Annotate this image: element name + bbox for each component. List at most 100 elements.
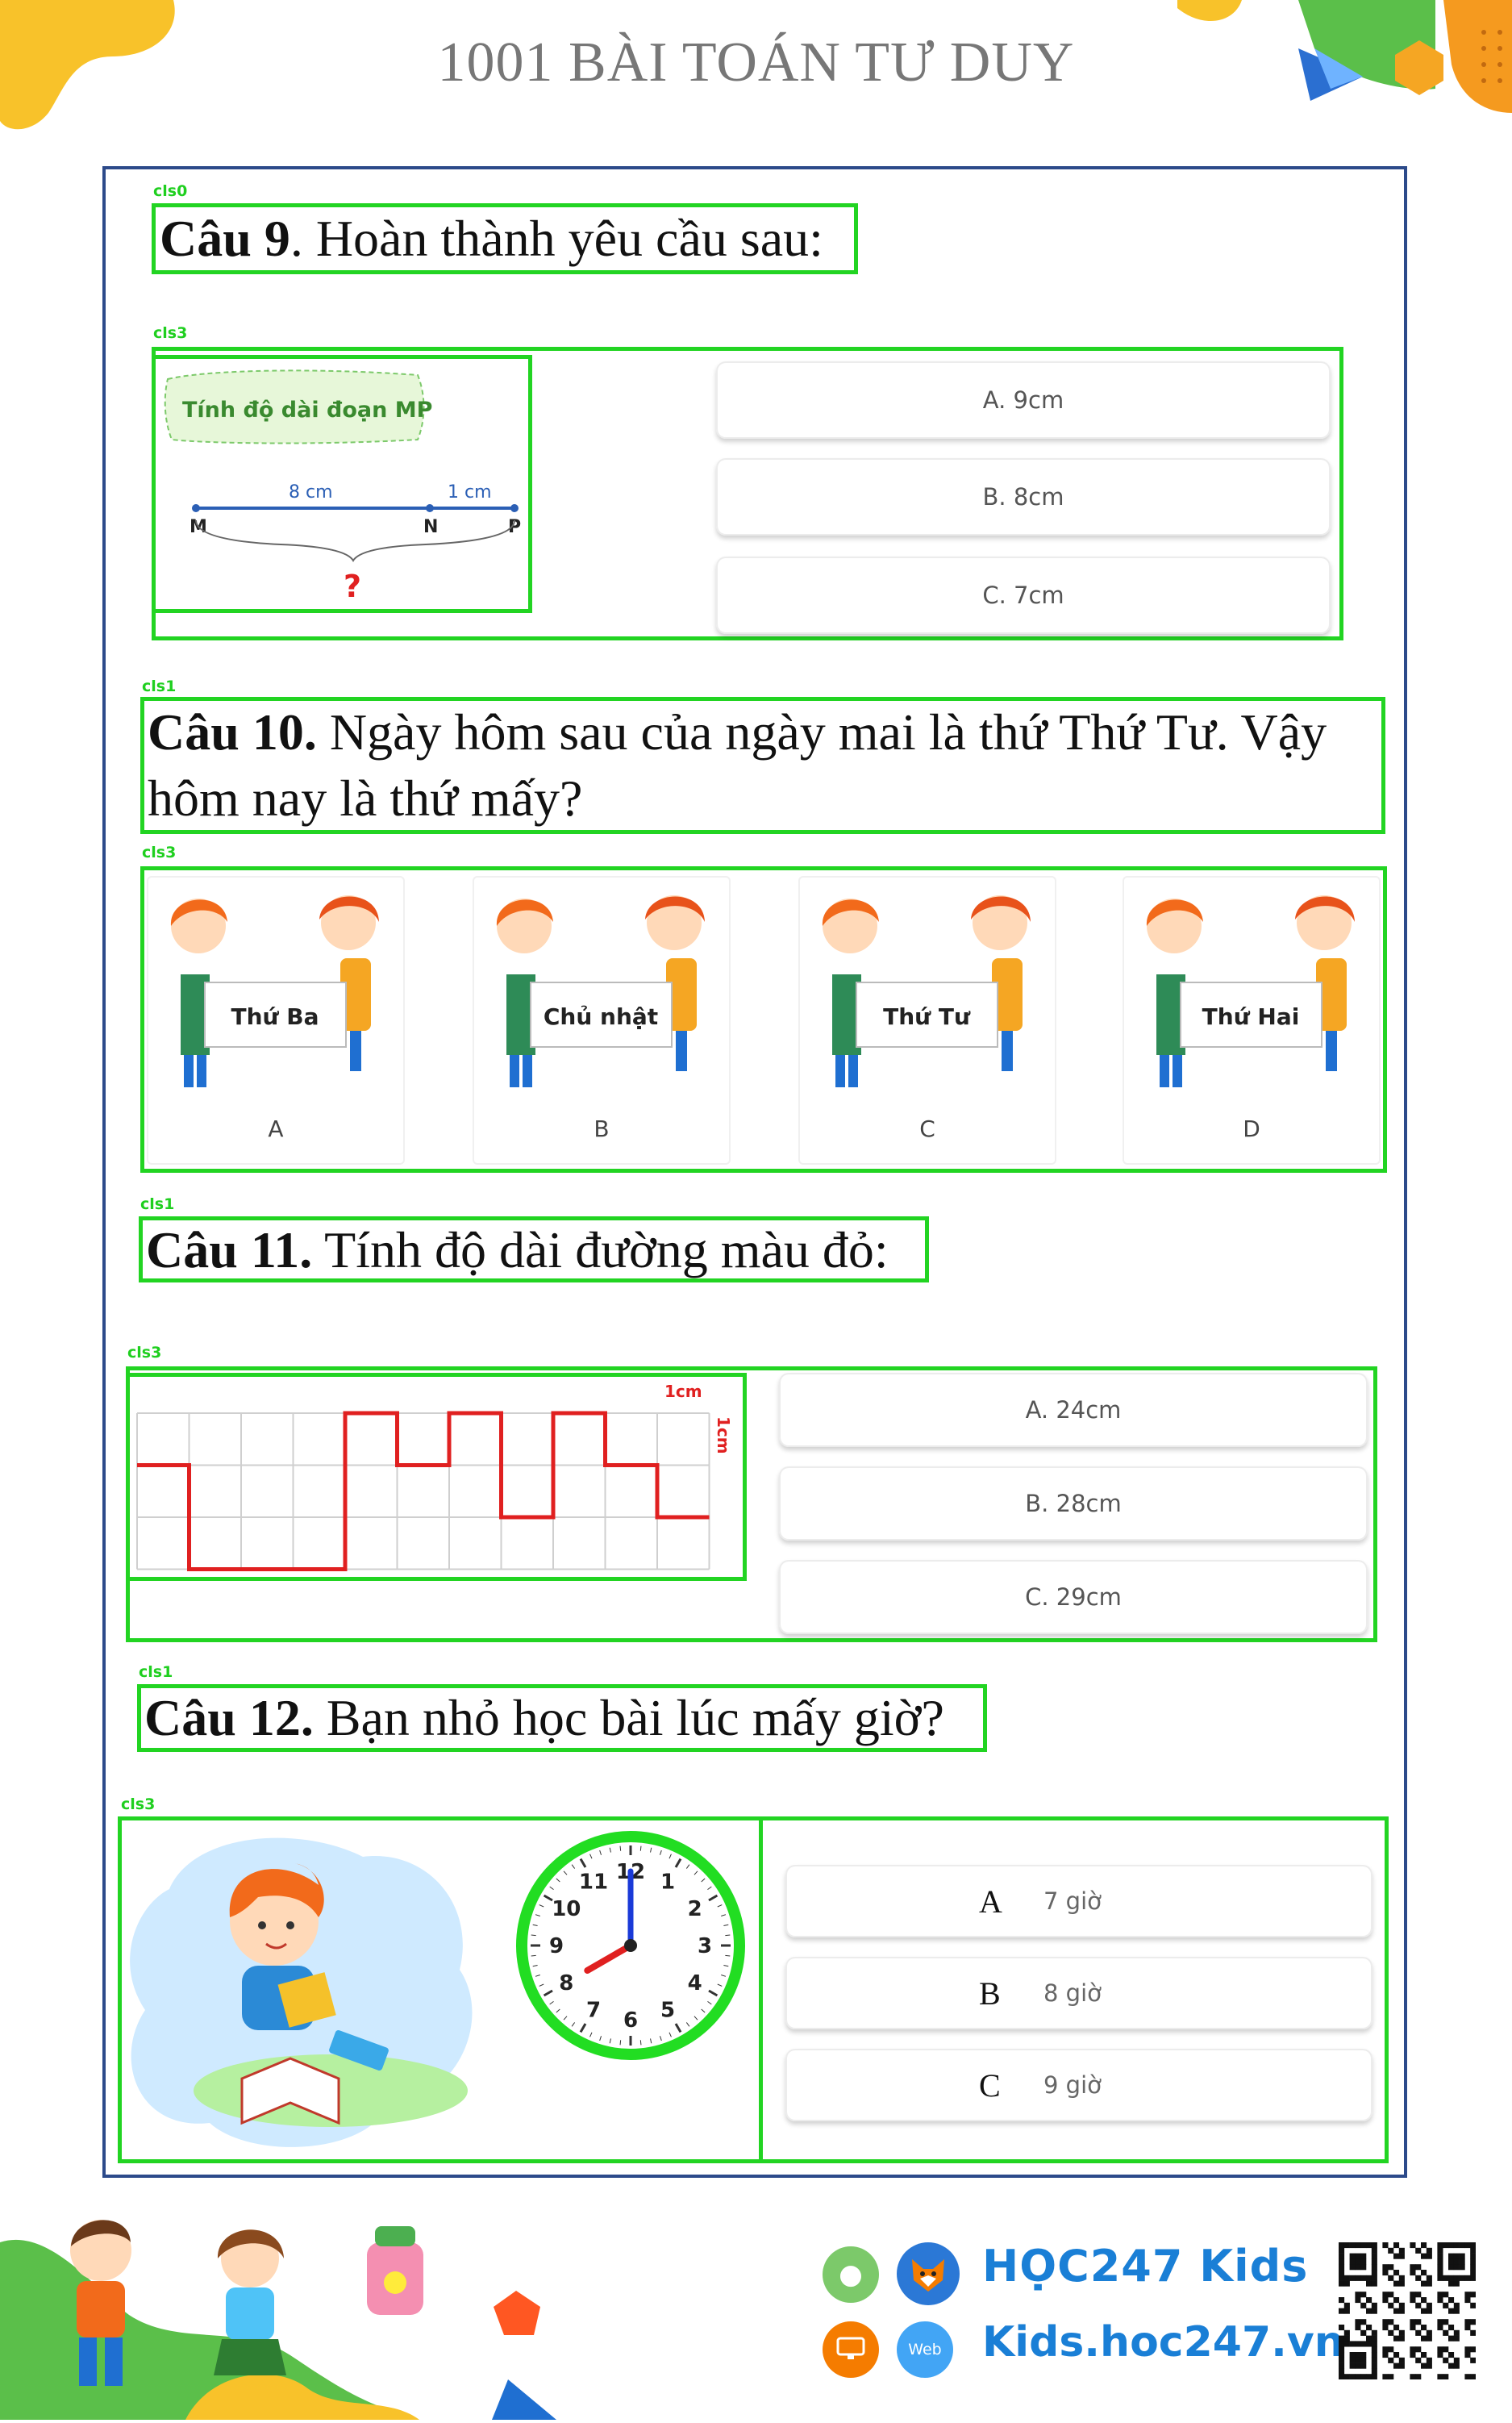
web-badge-icon[interactable]: Web <box>897 2321 953 2378</box>
q9-point-n <box>426 504 434 512</box>
footer-decoration-left <box>0 2194 581 2420</box>
q9-media-tag: cls3 <box>153 324 188 342</box>
q9-number: Câu 9 <box>160 210 290 267</box>
q10-option-card-d[interactable]: Thứ Hai D <box>1123 876 1381 1165</box>
brand-url-link[interactable]: Kids.hoc247.vn <box>982 2318 1344 2367</box>
q11-media-tag: cls3 <box>127 1344 162 1362</box>
q10-sign-text: Chủ nhật <box>544 1003 658 1030</box>
q12-clock-tick <box>725 1954 731 1957</box>
q12-question: Câu 12. Bạn nhỏ học bài lúc mấy giờ? <box>144 1684 944 1751</box>
q12-answer-letter: A <box>979 1883 1002 1920</box>
footer-kid-girl <box>214 2229 286 2375</box>
q12-clock-number: 9 <box>549 1934 564 1958</box>
web-badge-text: Web <box>908 2341 942 2358</box>
q9-question: Câu 9. Hoàn thành yêu cầu sau: <box>160 205 823 272</box>
fox-face-icon <box>912 2259 944 2292</box>
q9-text-tag: cls0 <box>153 182 188 200</box>
q11-answer-b[interactable]: B. 28cm <box>779 1466 1368 1541</box>
q9-seg2-label: 1 cm <box>448 482 492 503</box>
q10-sign-text: Thứ Hai <box>1202 1003 1300 1030</box>
q10-sign-text: Thứ Ba <box>231 1003 319 1030</box>
q12-answer-value: 9 giờ <box>1043 2071 1102 2099</box>
q12-answer-c[interactable]: C 9 giờ <box>785 2049 1372 2121</box>
q11-answer-c[interactable]: C. 29cm <box>779 1560 1368 1634</box>
q12-clock-number: 5 <box>660 1999 675 2023</box>
footer-pencil-shape <box>492 2379 556 2420</box>
q12-clock-number: 2 <box>688 1897 702 1921</box>
q12-clock-tick <box>725 1934 731 1937</box>
q12-question-text: Bạn nhỏ học bài lúc mấy giờ? <box>313 1689 944 1746</box>
q10-option-label: C <box>919 1116 935 1142</box>
q12-answer-value: 7 giờ <box>1043 1887 1102 1915</box>
brand-logo[interactable]: HỌC247 Kids <box>982 2241 1308 2292</box>
q10-option-label: B <box>594 1116 610 1142</box>
footer-backpack-icon <box>367 2226 423 2315</box>
q12-clock-number: 6 <box>623 2008 638 2033</box>
q10-number: Câu 10. <box>148 703 317 761</box>
q9-segment-figure: Tính độ dài đoạn MP 8 cm 1 cm M N P ? <box>160 363 527 609</box>
q12-clock-center <box>624 1939 637 1952</box>
q12-answer-b[interactable]: B 8 giờ <box>785 1957 1372 2029</box>
q12-clock-tick <box>639 1845 642 1851</box>
q12-text-tag: cls1 <box>139 1663 173 1681</box>
q11-unit-horizontal: 1cm <box>664 1382 702 1401</box>
q12-clock-tick <box>531 1954 536 1957</box>
q11-question: Câu 11. Tính độ dài đường màu đỏ: <box>146 1216 889 1283</box>
q10-question-text1: Ngày hôm sau của ngày mai là thứ Thứ Tư.… <box>316 703 1327 761</box>
q12-answer-value: 8 giờ <box>1043 1979 1102 2007</box>
q10-option-label: D <box>1243 1116 1260 1142</box>
q10-kids-sign-illustration: Thứ Ba <box>170 895 379 1087</box>
q12-answer-letter: C <box>979 2066 1001 2104</box>
q12-answer-letter: B <box>979 1975 1001 2012</box>
q12-clock-number: 3 <box>698 1934 712 1958</box>
q9-point-p <box>510 504 519 512</box>
q10-option-label: A <box>268 1116 284 1142</box>
q11-number: Câu 11. <box>146 1221 313 1278</box>
app-android-apple-icon[interactable]: ● <box>823 2246 879 2303</box>
q10-option-card-c[interactable]: Thứ Tư C <box>798 876 1056 1165</box>
desktop-app-icon[interactable] <box>823 2321 879 2378</box>
q12-clock-number: 7 <box>586 1999 601 2023</box>
q12-clock: 121234567891011 <box>510 1825 752 2066</box>
q12-child-illustration <box>121 1825 484 2159</box>
monitor-icon <box>836 2337 865 2359</box>
q10-kids-sign-illustration: Thứ Hai <box>1146 895 1355 1087</box>
q9-point-m <box>192 504 200 512</box>
apple-android-glyph: ● <box>839 2258 863 2291</box>
q10-media-tag: cls3 <box>142 844 177 861</box>
q12-clock-tick <box>639 2040 642 2046</box>
q12-clock-number: 11 <box>579 1870 608 1894</box>
q9-answer-b[interactable]: B. 8cm <box>716 458 1331 536</box>
q12-clock-number: 8 <box>559 1971 573 1996</box>
q12-answer-a[interactable]: A 7 giờ <box>785 1865 1372 1937</box>
q9-brace <box>195 519 515 562</box>
q10-option-card-a[interactable]: Thứ Ba A <box>147 876 405 1165</box>
q9-answer-a[interactable]: A. 9cm <box>716 361 1331 439</box>
q11-red-path <box>137 1411 710 1571</box>
footer-pentagon-shape <box>494 2291 540 2335</box>
qr-code[interactable] <box>1339 2242 1477 2380</box>
q12-clock-number: 4 <box>688 1971 702 1996</box>
page-title: 1001 BÀI TOÁN TƯ DUY <box>437 31 1075 94</box>
q9-banner-text: Tính độ dài đoạn MP <box>182 398 432 423</box>
q10-kids-sign-illustration: Chủ nhật <box>496 895 705 1087</box>
q10-sign-text: Thứ Tư <box>883 1003 971 1030</box>
q11-text-tag: cls1 <box>140 1195 175 1213</box>
q11-answer-a[interactable]: A. 24cm <box>779 1373 1368 1447</box>
q10-kids-sign-illustration: Thứ Tư <box>822 895 1031 1087</box>
q10-question-line1: Câu 10. Ngày hôm sau của ngày mai là thứ… <box>148 699 1327 765</box>
q9-question-mark: ? <box>344 569 361 604</box>
q10-option-card-b[interactable]: Chủ nhật B <box>473 876 731 1165</box>
q9-label-p: P <box>508 517 521 537</box>
q12-number: Câu 12. <box>144 1689 314 1746</box>
q9-seg1-label: 8 cm <box>289 482 333 503</box>
q11-unit-vertical: 1cm <box>714 1416 733 1454</box>
q12-clock-number: 10 <box>552 1897 581 1921</box>
mascot-fox-icon[interactable] <box>897 2242 960 2305</box>
q10-text-tag: cls1 <box>142 678 177 695</box>
q11-question-text: Tính độ dài đường màu đỏ: <box>312 1221 889 1278</box>
q12-clock-tick <box>619 1845 622 1851</box>
q12-clock-tick <box>531 1934 536 1937</box>
q9-answer-c[interactable]: C. 7cm <box>716 557 1331 634</box>
q12-media-tag: cls3 <box>121 1795 156 1813</box>
